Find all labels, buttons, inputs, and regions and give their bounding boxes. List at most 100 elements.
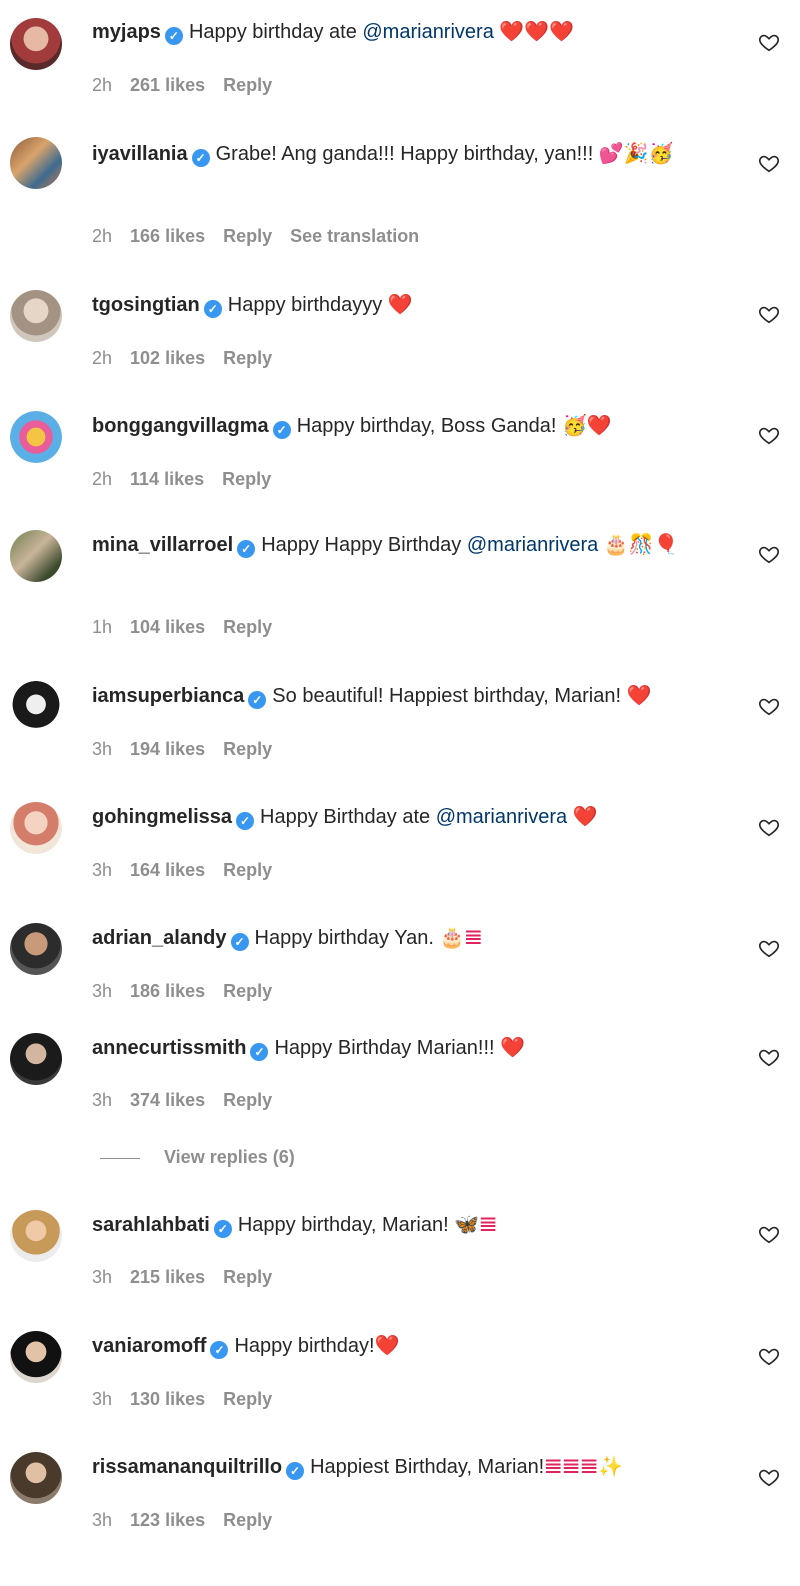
- comment-text: Happy Birthday Marian!!!: [274, 1037, 501, 1059]
- heart-outline-icon[interactable]: [758, 152, 780, 174]
- heart-outline-icon[interactable]: [758, 1466, 780, 1488]
- verified-badge-icon: ✓: [237, 540, 256, 558]
- avatar[interactable]: [10, 411, 62, 463]
- like-count[interactable]: 114 likes: [130, 469, 204, 489]
- avatar[interactable]: [10, 1452, 62, 1504]
- comment-text: Happy birthday!: [234, 1335, 375, 1357]
- comment-username[interactable]: vaniaromoff: [92, 1335, 206, 1357]
- comment-text: Happy Happy Birthday: [261, 534, 467, 556]
- comment-emoji: 🎂𝌆: [439, 927, 483, 949]
- like-count[interactable]: 194 likes: [130, 739, 205, 759]
- comment-username[interactable]: rissamananquiltrillo: [92, 1456, 282, 1478]
- comment-text: Happy birthday ate: [188, 21, 363, 43]
- comment-username[interactable]: iyavillania: [92, 143, 188, 165]
- reply-button[interactable]: Reply: [223, 1267, 272, 1287]
- like-count[interactable]: 164 likes: [130, 860, 205, 880]
- comment-meta: 3h 194 likes Reply: [92, 739, 290, 760]
- reply-button[interactable]: Reply: [223, 617, 272, 637]
- reply-button[interactable]: Reply: [223, 1090, 272, 1110]
- like-count[interactable]: 215 likes: [130, 1267, 205, 1287]
- comment-username[interactable]: adrian_alandy: [92, 927, 227, 949]
- comment-body: gohingmelissa ✓ Happy Birthday ate @marian…: [92, 804, 730, 830]
- comment-meta: 3h 130 likes Reply: [92, 1389, 290, 1410]
- heart-outline-icon[interactable]: [758, 1223, 780, 1245]
- reply-button[interactable]: Reply: [222, 469, 271, 489]
- heart-outline-icon[interactable]: [758, 31, 780, 53]
- view-replies-button[interactable]: View replies (6): [100, 1147, 295, 1168]
- comment-meta: 3h 186 likes Reply: [92, 981, 290, 1002]
- comment-body: bonggangvillagma ✓ Happy birthday, Boss Ga…: [92, 413, 730, 439]
- comment-mention[interactable]: @marianrivera: [436, 806, 567, 828]
- comment-username[interactable]: sarahlahbati: [92, 1214, 210, 1236]
- view-replies-label[interactable]: View replies (6): [164, 1147, 295, 1167]
- comment-time: 3h: [92, 1090, 113, 1110]
- like-count[interactable]: 104 likes: [130, 617, 205, 637]
- comment-username[interactable]: tgosingtian: [92, 294, 200, 316]
- avatar[interactable]: [10, 1033, 62, 1085]
- avatar[interactable]: [10, 18, 62, 70]
- comment-time: 2h: [92, 469, 113, 489]
- comment-time: 3h: [92, 860, 113, 880]
- avatar[interactable]: [10, 1331, 62, 1383]
- heart-outline-icon[interactable]: [758, 303, 780, 325]
- comment-time: 3h: [92, 1389, 113, 1409]
- comment-mention[interactable]: @marianrivera: [467, 534, 598, 556]
- avatar[interactable]: [10, 802, 62, 854]
- heart-outline-icon[interactable]: [758, 543, 780, 565]
- heart-outline-icon[interactable]: [758, 695, 780, 717]
- reply-button[interactable]: Reply: [223, 1389, 272, 1409]
- like-count[interactable]: 102 likes: [130, 348, 205, 368]
- divider-line: [100, 1157, 140, 1159]
- comment-meta: 2h 114 likes Reply: [92, 469, 289, 490]
- comment-emoji: ❤️: [567, 806, 598, 828]
- reply-button[interactable]: Reply: [223, 1510, 272, 1530]
- like-count[interactable]: 374 likes: [130, 1090, 205, 1110]
- avatar[interactable]: [10, 923, 62, 975]
- reply-button[interactable]: Reply: [223, 348, 272, 368]
- comment-body: iyavillania ✓ Grabe! Ang ganda!!! Happy bi…: [92, 141, 730, 167]
- comment-time: 3h: [92, 739, 113, 759]
- like-count[interactable]: 186 likes: [130, 981, 205, 1001]
- see-translation-button[interactable]: See translation: [290, 226, 419, 246]
- reply-button[interactable]: Reply: [223, 981, 272, 1001]
- avatar[interactable]: [10, 290, 62, 342]
- heart-outline-icon[interactable]: [758, 424, 780, 446]
- comment-time: 1h: [92, 617, 113, 637]
- reply-button[interactable]: Reply: [223, 860, 272, 880]
- reply-button[interactable]: Reply: [223, 226, 272, 246]
- heart-outline-icon[interactable]: [758, 1345, 780, 1367]
- avatar[interactable]: [10, 681, 62, 733]
- comment-time: 2h: [92, 75, 113, 95]
- reply-button[interactable]: Reply: [223, 75, 272, 95]
- comment-body: adrian_alandy ✓ Happy birthday Yan. 🎂𝌆: [92, 925, 730, 951]
- heart-outline-icon[interactable]: [758, 937, 780, 959]
- like-count[interactable]: 123 likes: [130, 1510, 205, 1530]
- verified-badge-icon: ✓: [203, 300, 222, 318]
- comment-username[interactable]: annecurtissmith: [92, 1037, 246, 1059]
- comment-username[interactable]: gohingmelissa: [92, 806, 232, 828]
- comment-emoji: 𝌆𝌆𝌆✨: [544, 1456, 623, 1478]
- comment-username[interactable]: mina_villarroel: [92, 534, 233, 556]
- reply-button[interactable]: Reply: [223, 739, 272, 759]
- comment-mention[interactable]: @marianrivera: [362, 21, 493, 43]
- avatar[interactable]: [10, 1210, 62, 1262]
- comment-body: sarahlahbati ✓ Happy birthday, Marian! 🦋𝌆: [92, 1212, 730, 1238]
- comment-meta: 3h 164 likes Reply: [92, 860, 290, 881]
- verified-badge-icon: ✓: [236, 812, 255, 830]
- like-count[interactable]: 261 likes: [130, 75, 205, 95]
- verified-badge-icon: ✓: [210, 1341, 229, 1359]
- avatar[interactable]: [10, 137, 62, 189]
- comment-text: Grabe! Ang ganda!!! Happy birthday, yan!…: [215, 143, 599, 165]
- avatar[interactable]: [10, 530, 62, 582]
- like-count[interactable]: 166 likes: [130, 226, 205, 246]
- comment-time: 3h: [92, 981, 113, 1001]
- comment-meta: 2h 261 likes Reply: [92, 75, 290, 96]
- verified-badge-icon: ✓: [250, 1043, 269, 1061]
- heart-outline-icon[interactable]: [758, 816, 780, 838]
- like-count[interactable]: 130 likes: [130, 1389, 205, 1409]
- comment-username[interactable]: myjaps: [92, 21, 161, 43]
- comment-username[interactable]: bonggangvillagma: [92, 415, 269, 437]
- heart-outline-icon[interactable]: [758, 1046, 780, 1068]
- comment-username[interactable]: iamsuperbianca: [92, 685, 244, 707]
- comment-time: 2h: [92, 348, 113, 368]
